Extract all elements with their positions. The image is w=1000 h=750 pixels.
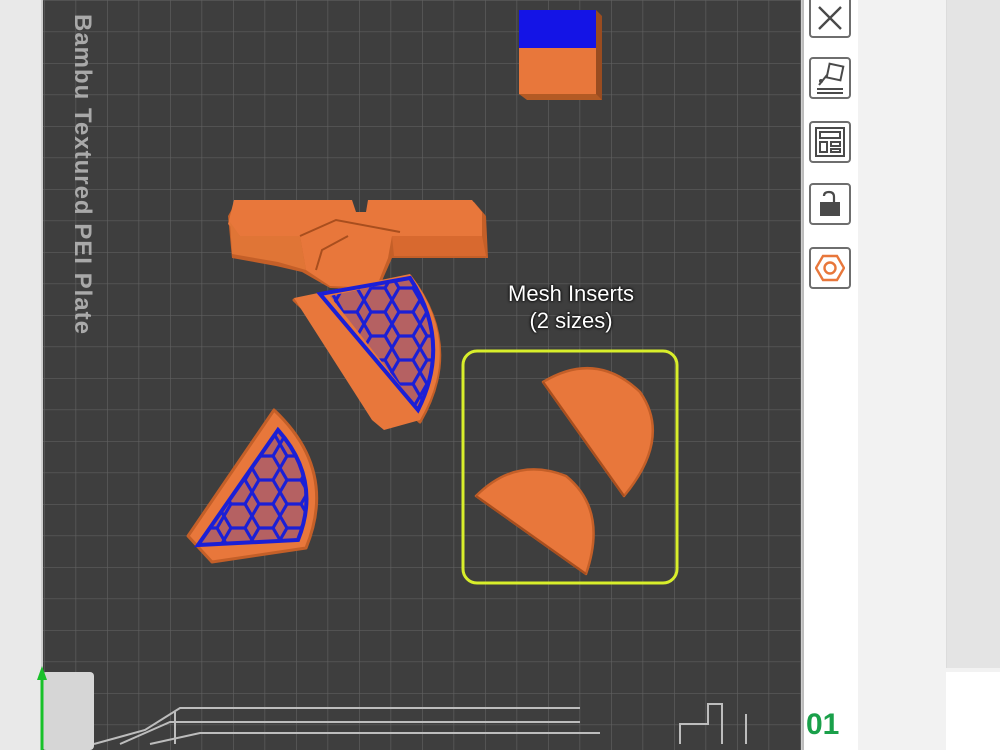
arrange-button[interactable] — [809, 121, 851, 163]
auto-orient-button[interactable] — [809, 57, 851, 99]
layout-icon — [815, 127, 845, 157]
lock-icon — [820, 190, 840, 216]
panel-scroll-area — [946, 0, 1000, 668]
right-panel-strip — [858, 0, 1000, 750]
lock-button[interactable] — [809, 183, 851, 225]
mesh-inserts-annotation: Mesh Inserts (2 sizes) — [471, 280, 671, 334]
plate-name-label: Bambu Textured PEI Plate — [69, 14, 96, 335]
annotation-subtitle: (2 sizes) — [529, 308, 613, 333]
close-button[interactable] — [809, 0, 851, 38]
3d-viewport[interactable]: Bambu Textured PEI Plate Mesh Inserts (2… — [0, 0, 802, 750]
annotation-title: Mesh Inserts — [508, 281, 634, 306]
color-cube[interactable] — [519, 10, 602, 100]
close-icon — [818, 6, 842, 30]
panel-bottom — [946, 672, 1000, 750]
plate-settings-button[interactable] — [809, 247, 851, 289]
hex-nut-icon — [815, 254, 845, 282]
plate-toolbar — [802, 0, 860, 750]
plate-corner-block — [42, 672, 94, 750]
auto-orient-icon — [817, 62, 845, 94]
build-plate-scene — [37, 0, 802, 750]
plate-number: 01 — [806, 708, 840, 741]
